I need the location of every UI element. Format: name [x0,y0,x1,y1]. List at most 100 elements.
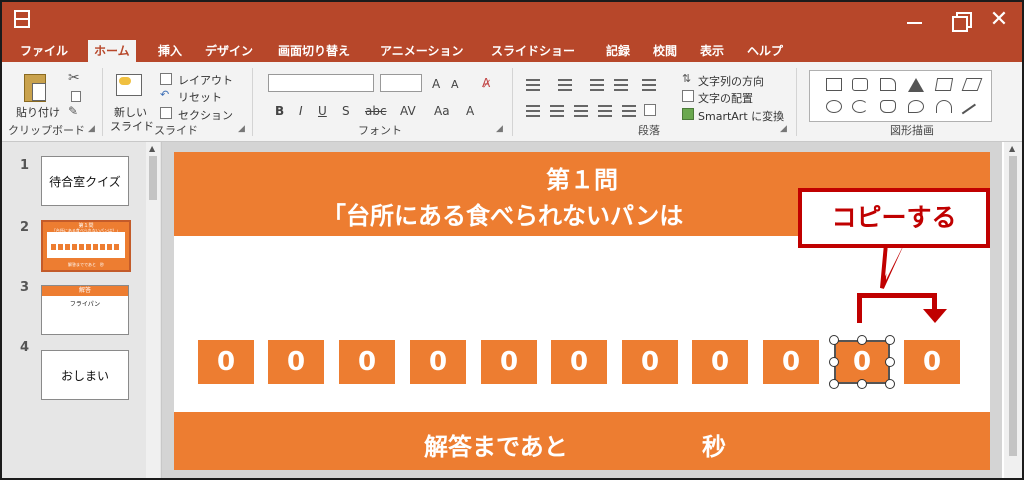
resize-handle[interactable] [857,335,867,345]
copy-icon[interactable] [71,91,81,102]
distribute-icon[interactable] [622,105,636,117]
tab-record[interactable]: 記録 [606,40,630,62]
numbering-icon[interactable] [558,79,572,91]
increase-indent-icon[interactable] [614,79,628,91]
digit-box[interactable]: 0 [692,340,748,384]
shapes-gallery[interactable] [809,70,992,124]
digit-box[interactable]: 0 [481,340,537,384]
tab-transitions[interactable]: 画面切り替え [278,40,350,62]
tab-view[interactable]: 表示 [700,40,724,62]
underline-button[interactable]: U [318,104,327,118]
resize-handle[interactable] [829,335,839,345]
clear-format-icon[interactable]: A̷ [482,76,490,90]
resize-handle[interactable] [885,379,895,389]
slide-thumbnail-2[interactable]: 第１問 「台所にある食べられないパンは？」 解答までであと 秒 [41,220,131,272]
smartart-icon[interactable] [682,108,694,120]
tab-animations[interactable]: アニメーション [380,40,464,62]
font-launcher-icon[interactable]: ◢ [496,124,503,134]
close-button[interactable]: ✕ [982,6,1016,34]
font-color-icon[interactable]: A [466,104,474,118]
change-case-icon[interactable]: Aa [434,104,450,118]
tab-review[interactable]: 校閲 [653,40,677,62]
tab-design[interactable]: デザイン [205,40,253,62]
parallelogram-shape-icon[interactable] [961,78,983,91]
paste-button-label[interactable]: 貼り付け [16,104,60,120]
shrink-font-button[interactable]: A [451,78,459,91]
oval-shape-icon[interactable] [826,100,842,113]
align-center-icon[interactable] [550,105,564,117]
triangle-shape-icon[interactable] [908,78,924,92]
minimize-button[interactable] [898,6,932,34]
new-slide-label-2[interactable]: スライド [110,118,154,134]
tab-slideshow[interactable]: スライドショー [491,40,575,62]
scroll-up-icon[interactable]: ▲ [1009,144,1015,153]
scrollbar-thumb[interactable] [149,156,157,200]
slides-launcher-icon[interactable]: ◢ [238,124,245,134]
countdown-label[interactable]: 解答まであと [424,427,568,462]
trapezoid-shape-icon[interactable] [934,78,954,91]
resize-handle[interactable] [857,379,867,389]
section-icon[interactable] [160,107,172,119]
slide-title-line2[interactable]: 「台所にある食べられないパンは [322,196,842,231]
digit-box[interactable]: 0 [268,340,324,384]
selected-digit-box[interactable]: 0 [834,340,890,384]
layout-button[interactable]: レイアウト [178,72,233,88]
digit-box[interactable]: 0 [410,340,466,384]
pentagon-shape-icon[interactable] [880,100,896,113]
new-slide-icon[interactable] [116,74,142,96]
align-text-icon[interactable] [682,90,694,102]
format-painter-icon[interactable]: ✎ [68,104,78,118]
slide-thumbnail-4[interactable]: おしまい [41,350,129,400]
digit-box[interactable]: 0 [622,340,678,384]
pie-shape-icon[interactable] [852,100,868,113]
arc-shape-icon[interactable] [936,100,952,113]
shadow-button[interactable]: S [342,104,350,118]
digit-box[interactable]: 0 [551,340,607,384]
bullets-icon[interactable] [526,79,540,91]
tab-file[interactable]: ファイル [20,40,68,62]
cut-icon[interactable]: ✂ [68,70,80,86]
seconds-label[interactable]: 秒 [702,427,726,462]
align-left-icon[interactable] [526,105,540,117]
tab-insert[interactable]: 挿入 [158,40,182,62]
tab-home[interactable]: ホーム [88,40,136,62]
paste-icon[interactable] [24,74,46,102]
font-name-input[interactable] [268,74,374,92]
resize-handle[interactable] [885,357,895,367]
paragraph-launcher-icon[interactable]: ◢ [780,124,787,134]
thumbnail-scrollbar[interactable]: ▲ [146,142,160,478]
scrollbar-thumb[interactable] [1009,156,1017,456]
snip-rectangle-shape-icon[interactable] [880,78,896,91]
justify-icon[interactable] [598,105,612,117]
restore-button[interactable] [944,6,978,34]
resize-handle[interactable] [829,379,839,389]
tab-help[interactable]: ヘルプ [747,40,783,62]
section-button[interactable]: セクション [178,107,233,123]
digit-box[interactable]: 0 [904,340,960,384]
text-direction-button[interactable]: 文字列の方向 [698,73,764,89]
teardrop-shape-icon[interactable] [908,100,924,113]
columns-icon[interactable] [644,104,656,116]
clipboard-launcher-icon[interactable]: ◢ [88,124,95,134]
font-size-input[interactable] [380,74,422,92]
strikethrough-button[interactable]: abc [365,104,387,118]
align-text-button[interactable]: 文字の配置 [698,90,753,106]
rectangle-shape-icon[interactable] [826,78,842,91]
line-spacing-icon[interactable] [642,79,656,91]
text-direction-icon[interactable]: ⇅ [682,72,691,85]
reset-icon[interactable]: ↶ [160,88,169,101]
char-spacing-button[interactable]: AV [400,104,416,118]
slide-footer-band[interactable]: 解答まであと 秒 [174,412,990,470]
canvas-scrollbar[interactable]: ▲ [1004,142,1022,478]
layout-icon[interactable] [160,73,172,85]
align-right-icon[interactable] [574,105,588,117]
digit-box[interactable]: 0 [198,340,254,384]
slide-thumbnail-1[interactable]: 待合室クイズ [41,156,129,206]
slide-thumbnail-3[interactable]: 解答 フライパン [41,285,129,335]
reset-button[interactable]: リセット [178,89,222,105]
digit-box[interactable]: 0 [763,340,819,384]
scroll-up-icon[interactable]: ▲ [149,144,155,153]
bold-button[interactable]: B [275,104,284,118]
smartart-button[interactable]: SmartArt に変換 [698,108,784,124]
rounded-rectangle-shape-icon[interactable] [852,78,868,91]
